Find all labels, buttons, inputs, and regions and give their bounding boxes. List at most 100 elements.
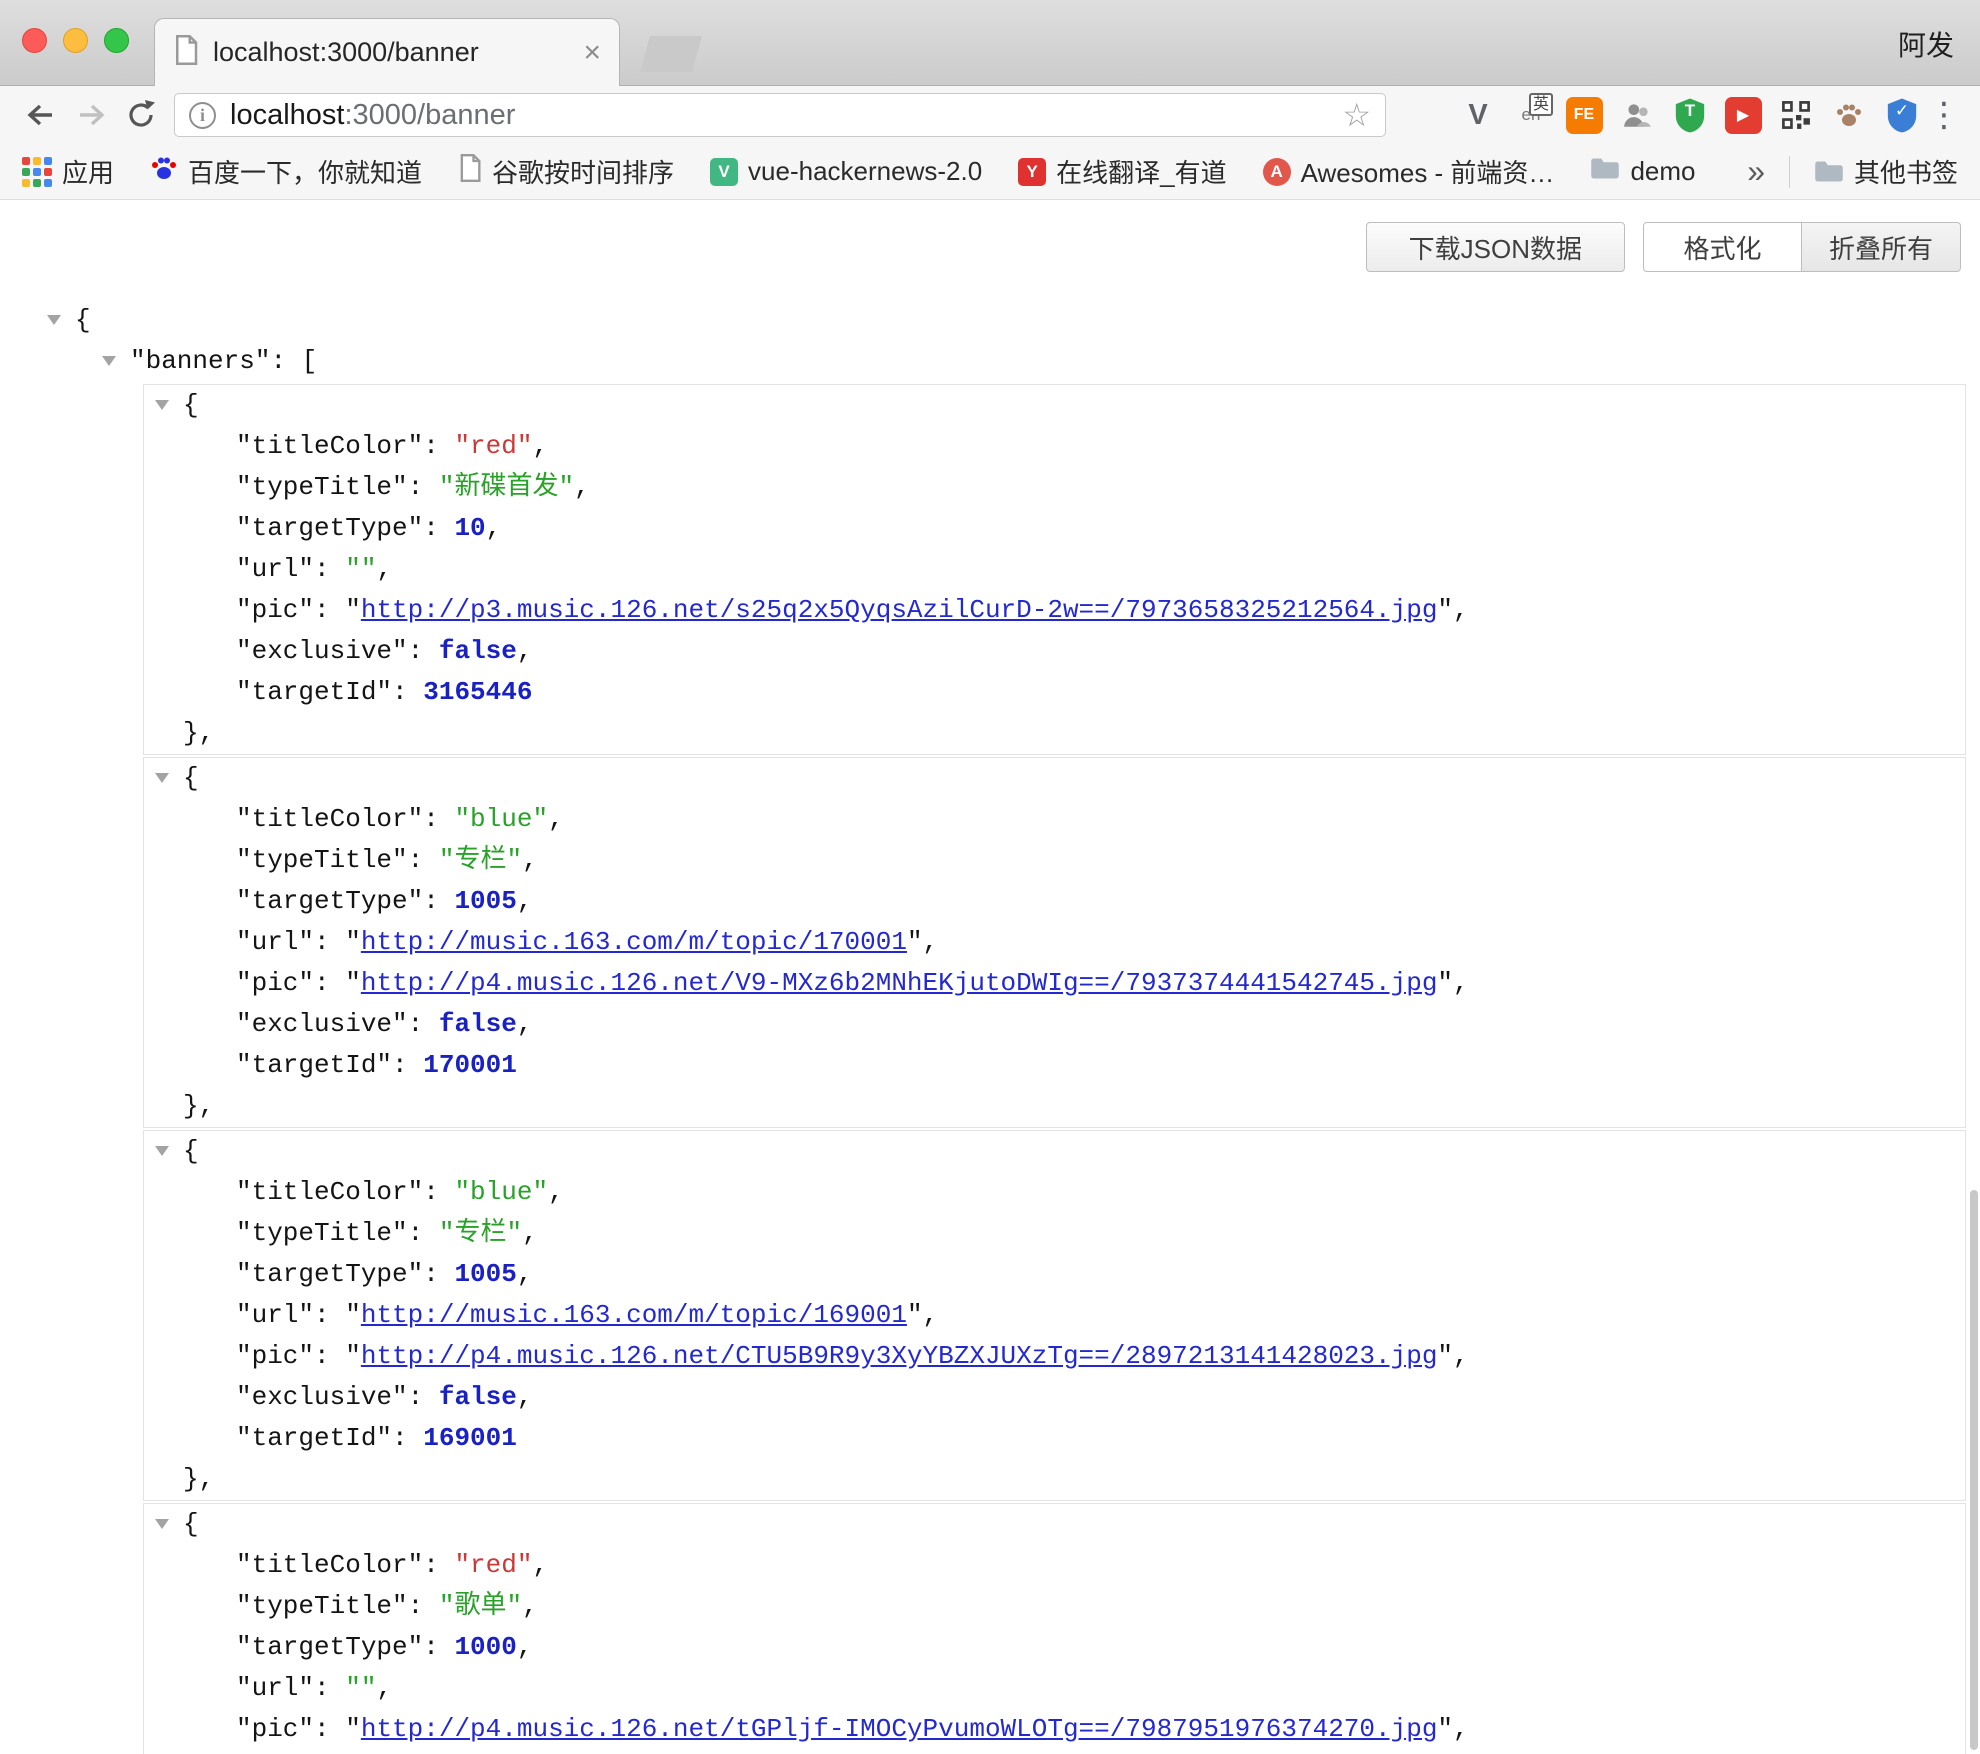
json-punctuation: " (345, 1714, 361, 1744)
json-link[interactable]: http://p4.music.126.net/V9-MXz6b2MNhEKju… (361, 968, 1438, 998)
forward-button[interactable] (66, 90, 116, 140)
json-line: "exclusive": false, (144, 1004, 1965, 1045)
bookmark-item-7[interactable]: demo (1590, 156, 1695, 188)
json-number-value: 1005 (454, 1259, 516, 1289)
json-number-value: 3165446 (423, 677, 532, 707)
json-key: "pic" (236, 595, 314, 625)
collapse-toggle-icon[interactable] (155, 1146, 169, 1156)
format-button[interactable]: 格式化 (1643, 222, 1802, 272)
collapse-toggle-icon[interactable] (102, 356, 116, 366)
json-number-value: false (439, 1009, 517, 1039)
back-button[interactable] (16, 90, 66, 140)
bookmark-label: vue-hackernews-2.0 (748, 156, 982, 187)
json-punctuation: " (907, 1300, 923, 1330)
json-line: "targetType": 1005, (144, 881, 1965, 922)
tab-close-icon[interactable]: × (583, 38, 601, 68)
json-punctuation: " (345, 927, 361, 957)
json-line: { (144, 1131, 1965, 1172)
bookmark-item-2[interactable]: 百度一下，你就知道 (150, 153, 422, 190)
json-line: "pic": "http://p3.music.126.net/s25q2x5Q… (144, 590, 1965, 631)
json-punctuation: , (1453, 968, 1469, 998)
page-info-icon[interactable]: i (189, 102, 216, 129)
json-string-value: "专栏" (439, 1218, 522, 1248)
json-key: "targetId" (236, 677, 392, 707)
json-punctuation: : (423, 1550, 454, 1580)
profile-name[interactable]: 阿发 (1898, 24, 1954, 64)
minimize-window-button[interactable] (63, 28, 88, 53)
json-punctuation: " (1437, 968, 1453, 998)
json-number-value: false (439, 636, 517, 666)
json-punctuation: : (408, 636, 439, 666)
json-number-value: 1005 (454, 886, 516, 916)
close-window-button[interactable] (22, 28, 47, 53)
bookmark-star-icon[interactable]: ☆ (1342, 99, 1371, 131)
json-link[interactable]: http://music.163.com/m/topic/169001 (361, 1300, 907, 1330)
collapse-toggle-icon[interactable] (155, 1519, 169, 1529)
json-string-value: "新碟首发" (439, 472, 574, 502)
json-key: "typeTitle" (236, 1591, 408, 1621)
json-punctuation: , (517, 886, 533, 916)
json-link[interactable]: http://p4.music.126.net/tGPljf-IMOCyPvum… (361, 1714, 1438, 1744)
json-line: }, (144, 713, 1965, 754)
json-key: "targetType" (236, 1632, 423, 1662)
json-punctuation: : (314, 927, 345, 957)
fehelper-extension-icon[interactable]: FE (1562, 93, 1606, 137)
json-key: "url" (236, 1673, 314, 1703)
json-number-value: 10 (454, 513, 485, 543)
scrollbar[interactable] (1970, 1190, 1978, 1750)
bookmark-item-3[interactable]: 谷歌按时间排序 (458, 153, 674, 190)
json-string-value: "red" (454, 1550, 532, 1580)
favicon-tile-icon: Y (1018, 158, 1046, 186)
bookmarks-overflow-icon[interactable]: » (1747, 153, 1765, 190)
people-extension-icon[interactable] (1615, 93, 1659, 137)
bookmark-item-1[interactable]: 应用 (22, 153, 114, 190)
translate-extension-icon[interactable]: en英 (1509, 93, 1553, 137)
download-json-button[interactable]: 下载JSON数据 (1366, 222, 1625, 272)
json-punctuation: " (345, 1341, 361, 1371)
browser-tab[interactable]: localhost:3000/banner × (154, 18, 620, 86)
tab-title: localhost:3000/banner (213, 37, 583, 68)
other-bookmarks-button[interactable]: 其他书签 (1814, 153, 1958, 190)
qrcode-extension-icon[interactable] (1774, 93, 1818, 137)
json-line: "titleColor": "red", (144, 426, 1965, 467)
green-shield-extension-icon[interactable]: T (1668, 93, 1712, 137)
json-line: "url": "http://music.163.com/m/topic/170… (144, 922, 1965, 963)
collapse-toggle-icon[interactable] (155, 400, 169, 410)
browser-menu-icon[interactable]: ⋮ (1924, 98, 1964, 132)
json-punctuation: , (517, 636, 533, 666)
collapse-all-button[interactable]: 折叠所有 (1802, 222, 1961, 272)
page-favicon-icon (173, 35, 199, 70)
json-key: "exclusive" (236, 1382, 408, 1412)
v-extension-icon[interactable]: V (1456, 93, 1500, 137)
bookmark-label: 谷歌按时间排序 (492, 153, 674, 190)
json-punctuation: , (486, 513, 502, 543)
json-line: "pic": "http://p4.music.126.net/V9-MXz6b… (144, 963, 1965, 1004)
json-link[interactable]: http://music.163.com/m/topic/170001 (361, 927, 907, 957)
collapse-toggle-icon[interactable] (47, 315, 61, 325)
json-line: }, (144, 1086, 1965, 1127)
bookmark-item-6[interactable]: AAwesomes - 前端资… (1263, 153, 1555, 190)
json-punctuation: : (314, 554, 345, 584)
favicon-tile-icon: A (1263, 158, 1291, 186)
bookmark-label: 在线翻译_有道 (1056, 153, 1226, 190)
json-line: "typeTitle": "歌单", (144, 1586, 1965, 1627)
reload-button[interactable] (116, 90, 166, 140)
red-square-extension-icon[interactable]: ▶ (1721, 93, 1765, 137)
json-link[interactable]: http://p4.music.126.net/CTU5B9R9y3XyYBZX… (361, 1341, 1438, 1371)
json-link[interactable]: http://p3.music.126.net/s25q2x5QyqsAzilC… (361, 595, 1438, 625)
json-tree: {"banners": [{"titleColor": "red","typeT… (0, 300, 1980, 1754)
json-key: "targetType" (236, 1259, 423, 1289)
json-punctuation: : (408, 1591, 439, 1621)
bookmark-item-4[interactable]: Vvue-hackernews-2.0 (710, 156, 982, 187)
new-tab-button[interactable] (640, 36, 702, 72)
json-punctuation: : (314, 1714, 345, 1744)
paw-extension-icon[interactable] (1827, 93, 1871, 137)
address-bar[interactable]: i localhost:3000/banner ☆ (174, 93, 1386, 137)
json-punctuation: , (517, 1259, 533, 1289)
zoom-window-button[interactable] (104, 28, 129, 53)
bookmark-item-5[interactable]: Y 在线翻译_有道 (1018, 153, 1226, 190)
json-punctuation: , (548, 804, 564, 834)
json-punctuation: { (183, 1509, 199, 1539)
blue-shield-extension-icon[interactable]: ✓ (1880, 93, 1924, 137)
collapse-toggle-icon[interactable] (155, 773, 169, 783)
